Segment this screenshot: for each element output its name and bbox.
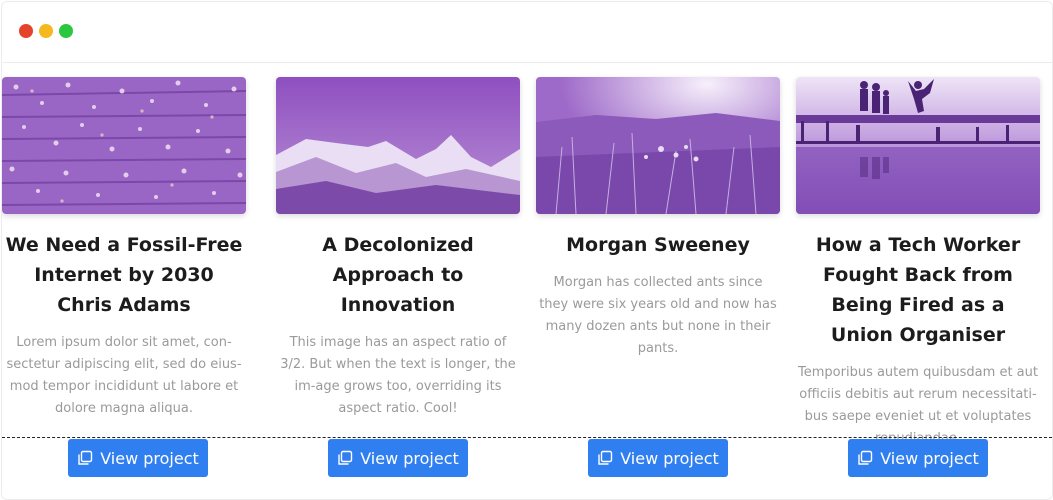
card-description: Lorem ipsum dolor sit amet, con-sectetur… xyxy=(6,335,242,416)
copy-icon xyxy=(857,450,873,466)
copy-icon xyxy=(597,450,613,466)
view-project-label: View project xyxy=(360,448,459,468)
card-description: This image has an aspect ratio of 3/2. B… xyxy=(280,335,516,416)
card-image-meadow xyxy=(536,77,780,214)
view-project-label: View project xyxy=(880,448,979,468)
project-card: A Decolonized Approach to Innovation Thi… xyxy=(276,77,520,420)
view-project-button[interactable]: View project xyxy=(848,439,988,477)
card-description: Morgan has collected ants since they wer… xyxy=(539,275,777,356)
browser-window: A Decolonized Approach to Innovation Thi… xyxy=(1,1,1053,500)
copy-icon xyxy=(337,450,353,466)
view-project-label: View project xyxy=(100,448,199,468)
card-title: How a Tech Worker Fought Back from Being… xyxy=(815,234,1021,346)
card-image-lake-jump xyxy=(796,77,1040,214)
card-title: We Need a Fossil-Free Internet by 2030 C… xyxy=(5,234,243,316)
view-project-button[interactable]: View project xyxy=(68,439,208,477)
maximize-window-button[interactable] xyxy=(59,24,73,38)
card-title: A Decolonized Approach to Innovation xyxy=(322,234,474,316)
card-image-wood-flowers xyxy=(2,77,246,214)
project-card: Morgan Sweeney Morgan has collected ants… xyxy=(536,77,780,360)
meadow-image xyxy=(536,77,780,214)
wood-flowers-image xyxy=(2,77,246,214)
project-card: We Need a Fossil-Free Internet by 2030 C… xyxy=(2,77,246,420)
view-project-button[interactable]: View project xyxy=(328,439,468,477)
project-card: How a Tech Worker Fought Back from Being… xyxy=(796,77,1040,450)
window-titlebar xyxy=(2,2,1052,63)
card-title: Morgan Sweeney xyxy=(566,234,750,256)
card-image-mountains xyxy=(276,77,520,214)
minimize-window-button[interactable] xyxy=(39,24,53,38)
mountains-image xyxy=(276,77,520,214)
view-project-button[interactable]: View project xyxy=(588,439,728,477)
close-window-button[interactable] xyxy=(19,24,33,38)
lake-jump-image xyxy=(796,77,1040,214)
copy-icon xyxy=(77,450,93,466)
dashed-divider xyxy=(2,437,1052,438)
view-project-label: View project xyxy=(620,448,719,468)
